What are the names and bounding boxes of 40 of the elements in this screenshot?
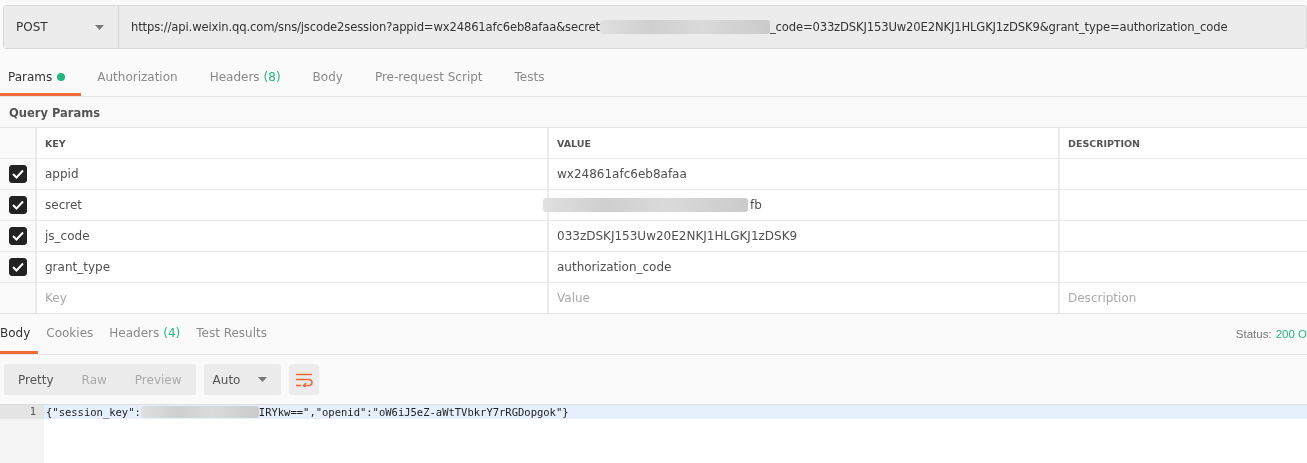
response-tab[interactable]: Headers (4) [109, 314, 189, 354]
view-mode-button[interactable]: Pretty [4, 364, 68, 395]
checkbox[interactable] [8, 227, 27, 245]
request-tab[interactable]: Authorization [89, 61, 194, 96]
request-tab[interactable]: Headers (8) [201, 61, 297, 96]
response-tab[interactable]: Body [0, 314, 39, 354]
code-text: IRYkw==","openid":"oW6iJ5eZ-aWtTVbkrY7rRGDopgok"} [258, 406, 569, 418]
view-mode-button[interactable]: Preview [120, 364, 196, 395]
request-tab[interactable]: Body [304, 61, 359, 96]
request-tab[interactable]: Tests [506, 61, 561, 96]
line-number: 1 [0, 405, 44, 419]
wrap-lines-icon [295, 372, 314, 387]
wrap-lines-button[interactable] [289, 364, 320, 395]
checkbox[interactable] [8, 165, 27, 183]
format-dropdown[interactable]: Auto [203, 364, 282, 395]
view-mode-button[interactable]: Raw [67, 364, 121, 395]
column-header: VALUE [547, 128, 1058, 158]
section-title: Query Params [8, 105, 102, 122]
response-tab[interactable]: Cookies [46, 314, 102, 354]
table-cell: 033zDSKJ153Uw20E2NKJ1HLGKJ1zDSK9 [557, 229, 798, 243]
checkbox[interactable] [8, 258, 27, 276]
request-tab[interactable]: Params [0, 61, 82, 96]
status-value: 200 O [1275, 328, 1307, 340]
column-header: DESCRIPTION [1058, 128, 1307, 158]
code-text: {"session_key": [46, 406, 141, 418]
table-cell: wx24861afc6eb8afaa [557, 167, 687, 181]
table-cell: fb [750, 198, 762, 212]
table-cell: js_code [35, 221, 547, 251]
checkbox[interactable] [8, 196, 27, 214]
request-tab[interactable]: Pre-request Script [366, 61, 499, 96]
param-input[interactable]: Key [45, 291, 522, 305]
caret-icon [258, 377, 268, 382]
param-input[interactable]: Description [1068, 291, 1296, 305]
response-tab[interactable]: Test Results [196, 314, 275, 354]
column-header: KEY [35, 128, 547, 158]
param-input[interactable]: Value [557, 291, 1033, 305]
table-cell: grant_type [35, 252, 547, 282]
table-cell: appid [35, 159, 547, 189]
status-label: Status: [1235, 328, 1272, 340]
table-cell: authorization_code [557, 260, 672, 274]
